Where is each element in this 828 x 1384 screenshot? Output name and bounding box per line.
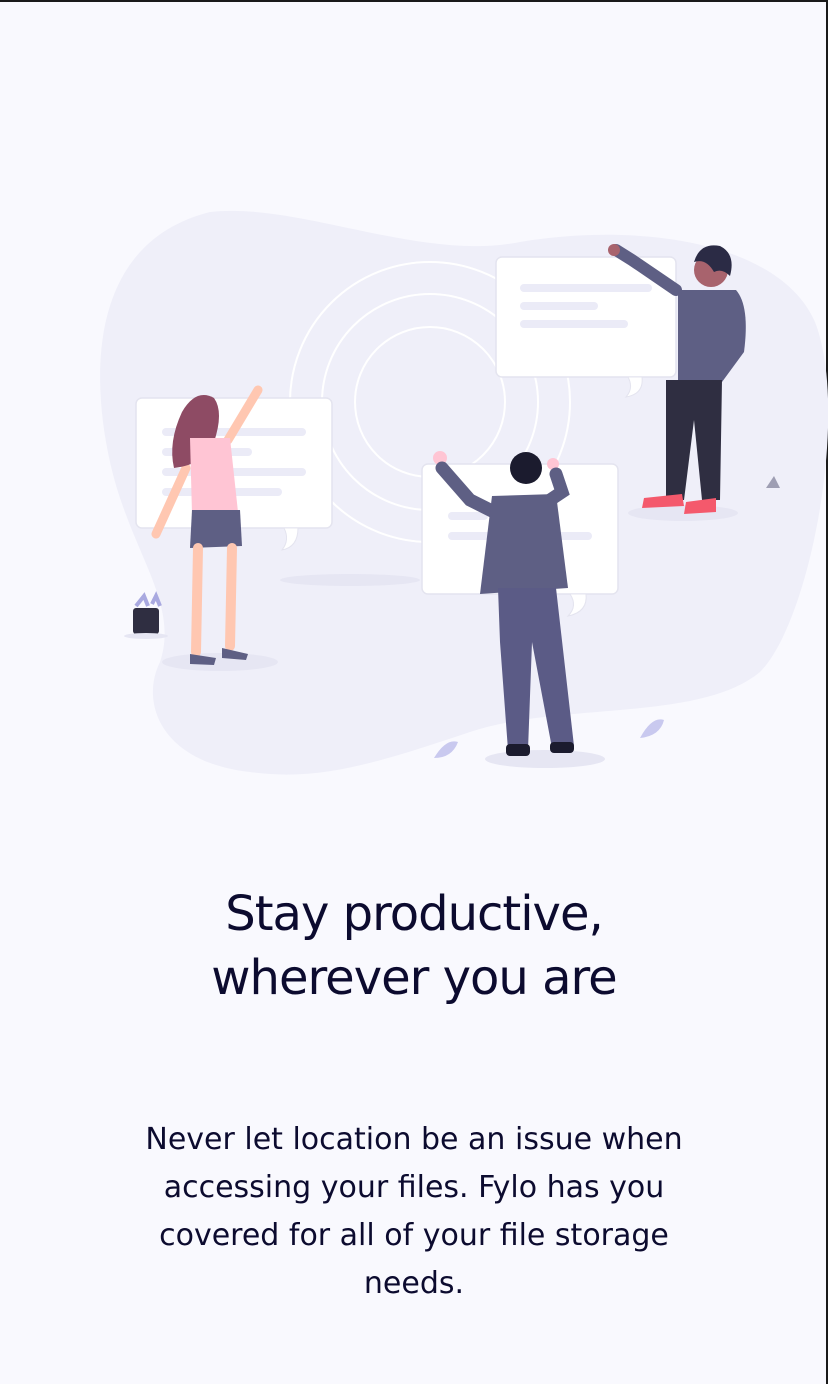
headline-line-2: wherever you are [211, 950, 617, 1006]
people-chat-bubbles-illustration [100, 210, 828, 775]
page: Stay productive, wherever you are Never … [0, 0, 828, 1384]
headline: Stay productive, wherever you are [0, 882, 828, 1010]
productive-illustration [0, 202, 828, 792]
body-text: Never let location be an issue when acce… [145, 1122, 683, 1301]
headline-line-1: Stay productive, [225, 886, 604, 942]
